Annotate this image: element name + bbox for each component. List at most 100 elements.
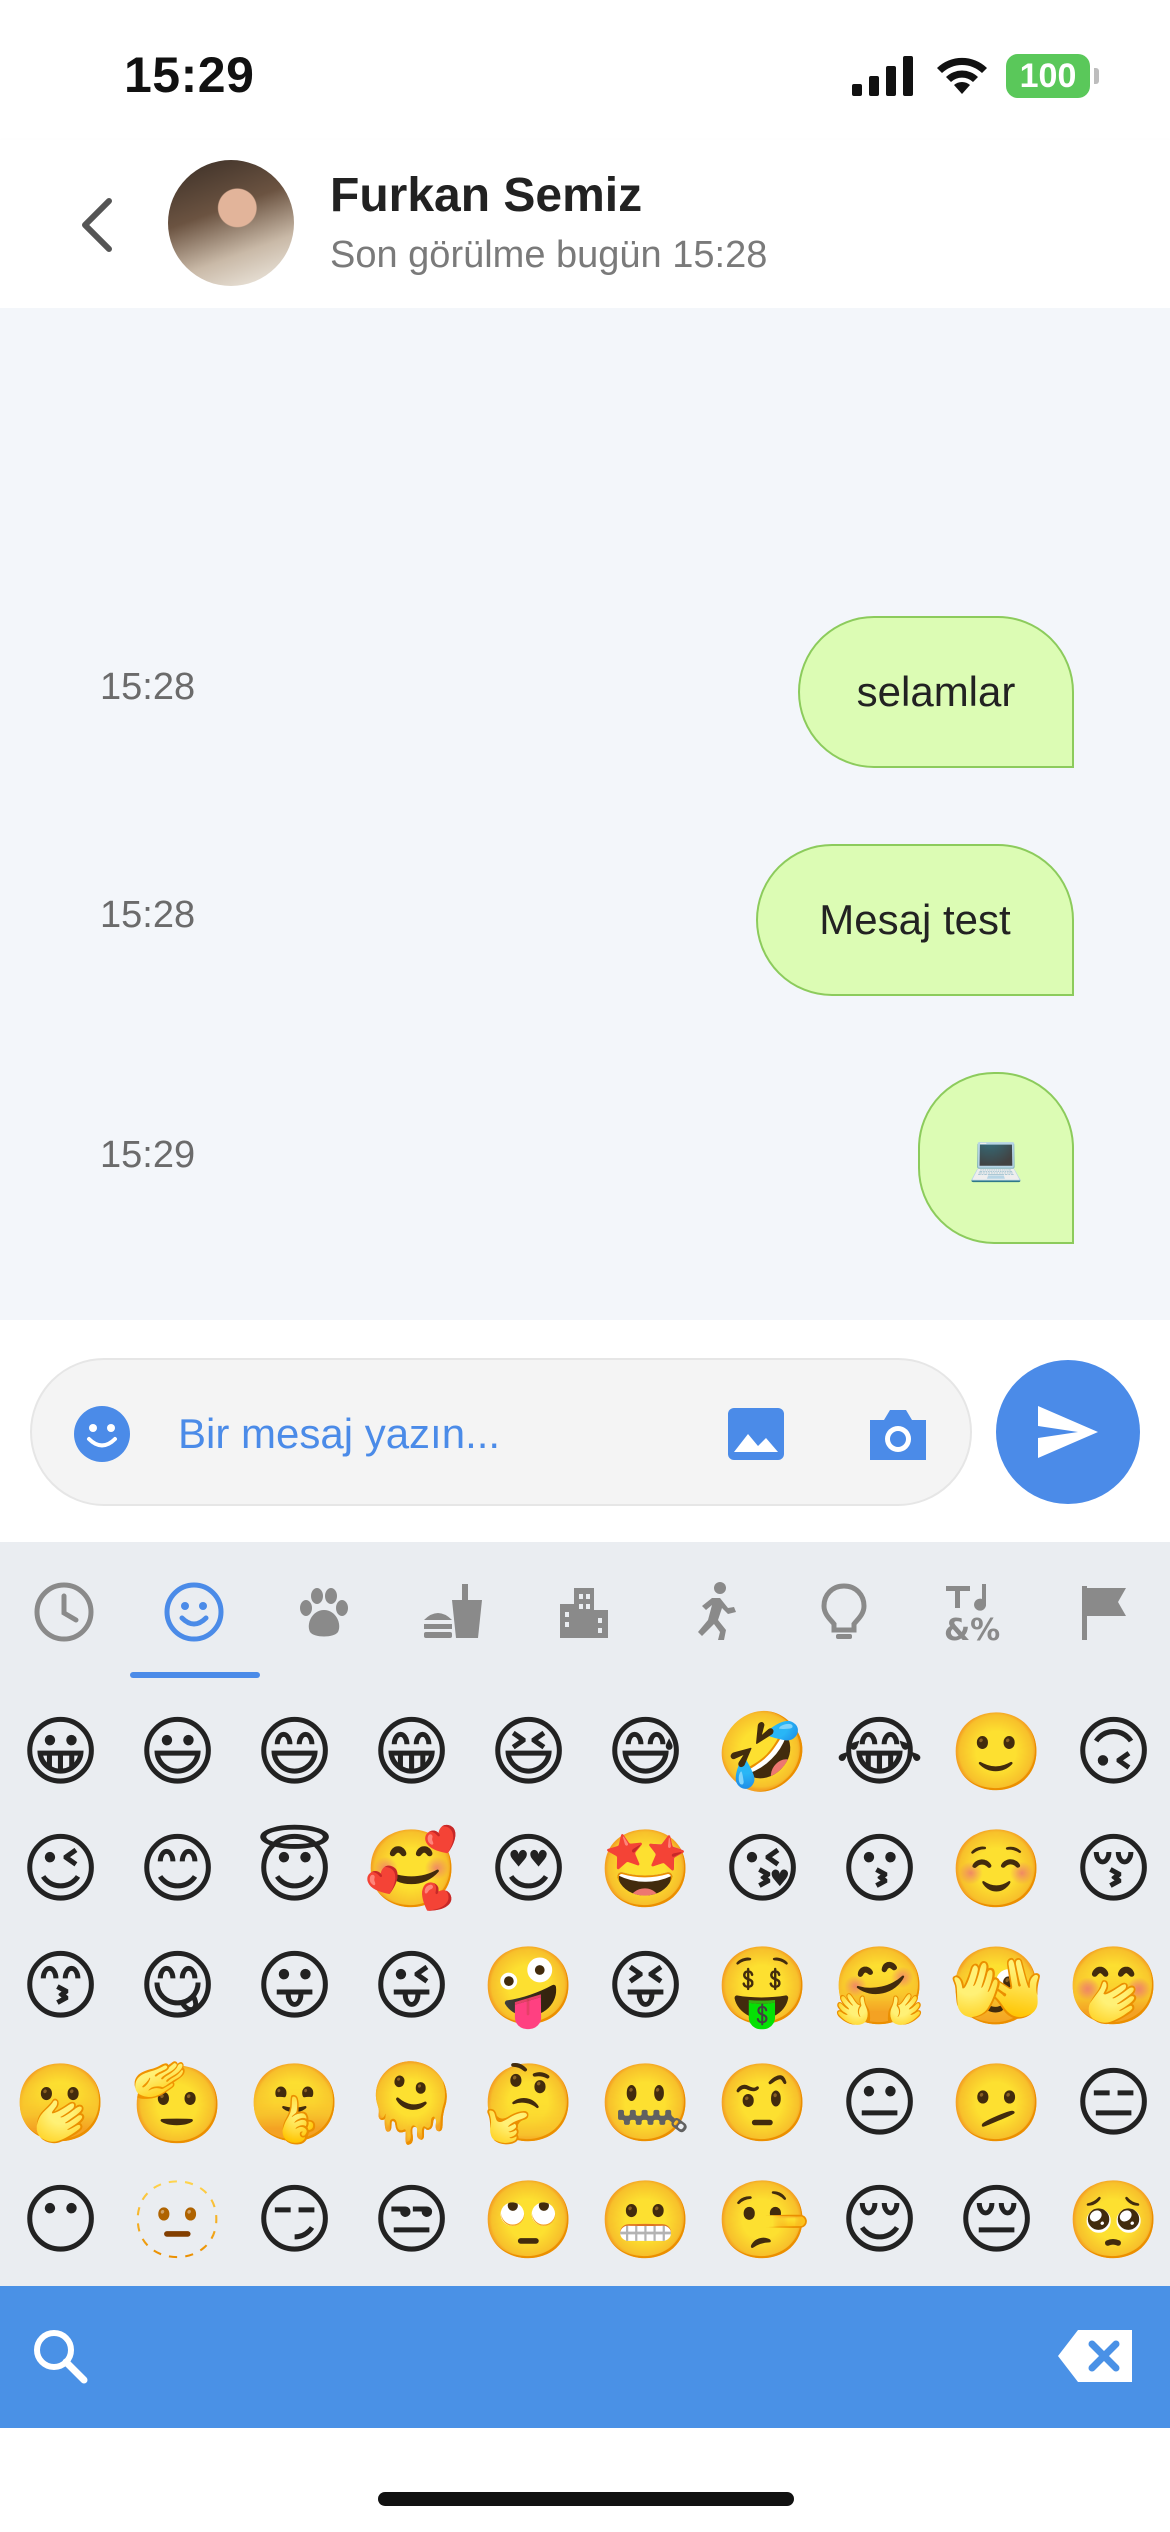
category-recent-tab[interactable] <box>24 1572 104 1652</box>
message-list[interactable]: 15:28 selamlar 15:28 Mesaj test 15:29 💻 <box>0 308 1170 1320</box>
smiley-icon[interactable] <box>72 1404 132 1464</box>
emoji-cell[interactable]: 😃 <box>119 1694 236 1811</box>
emoji-cell[interactable]: 😘 <box>704 1811 821 1928</box>
emoji-cell[interactable]: 😬 <box>587 2162 704 2274</box>
chevron-left-icon <box>82 198 112 252</box>
emoji-cell[interactable]: 😒 <box>353 2162 470 2274</box>
emoji-cell[interactable]: 🤐 <box>587 2045 704 2162</box>
back-button[interactable] <box>62 180 132 270</box>
emoji-cell[interactable]: 🫠 <box>353 2045 470 2162</box>
send-button[interactable] <box>996 1360 1140 1504</box>
emoji-cell[interactable]: 😝 <box>587 1928 704 2045</box>
message-bubble[interactable]: 💻 <box>918 1072 1074 1244</box>
emoji-cell[interactable]: 😛 <box>236 1928 353 2045</box>
chat-header: Furkan Semiz Son görülme bugün 15:28 <box>0 140 1170 308</box>
emoji-cell[interactable]: 🤭 <box>1055 1928 1170 2045</box>
emoji-cell[interactable]: 🤪 <box>470 1928 587 2045</box>
emoji-cell[interactable]: 🙂 <box>938 1694 1055 1811</box>
emoji-cell[interactable]: 🤗 <box>821 1928 938 2045</box>
emoji-cell[interactable]: 😶 <box>2 2162 119 2274</box>
emoji-cell[interactable]: 😄 <box>236 1694 353 1811</box>
status-time: 15:29 <box>124 47 255 103</box>
message-bubble[interactable]: Mesaj test <box>756 844 1074 996</box>
home-indicator[interactable] <box>378 2492 794 2506</box>
emoji-cell[interactable]: 🫡 <box>119 2045 236 2162</box>
message-bubble[interactable]: selamlar <box>798 616 1074 768</box>
emoji-grid: 😀 😃 😄 😁 😆 😅 🤣 😂 🙂 🙃 😉 😊 😇 🥰 😍 🤩 😘 😗 ☺️ 😚 😙 😋 😛 😜 🤪 😝 🤑 🤗 🫣 🤭 🫢 🫡 🤫 🫠 🤔 🤐 🤨 😐 🫤… <box>0 1694 1170 2274</box>
emoji-cell[interactable]: 😔 <box>938 2162 1055 2274</box>
emoji-cell[interactable]: 😉 <box>2 1811 119 1928</box>
wifi-icon <box>937 57 987 94</box>
status-bar: 15:29 100 <box>0 0 1170 140</box>
emoji-cell[interactable]: 😅 <box>587 1694 704 1811</box>
signal-icon <box>852 56 913 96</box>
lightbulb-icon <box>821 1583 867 1639</box>
camera-icon[interactable] <box>864 1402 932 1466</box>
battery-icon: 100 <box>1006 54 1099 98</box>
emoji-cell[interactable]: 🙄 <box>470 2162 587 2274</box>
emoji-cell[interactable]: 😙 <box>2 1928 119 2045</box>
emoji-cell[interactable]: ☺️ <box>938 1811 1055 1928</box>
search-icon[interactable] <box>30 2326 90 2386</box>
backspace-icon[interactable] <box>1056 2328 1136 2384</box>
emoji-cell[interactable]: 😋 <box>119 1928 236 2045</box>
send-icon <box>1038 1406 1098 1458</box>
clock-icon <box>34 1582 94 1642</box>
emoji-cell[interactable]: 🫢 <box>2 2045 119 2162</box>
emoji-cell[interactable]: 🥰 <box>353 1811 470 1928</box>
category-smileys-tab[interactable] <box>154 1572 234 1652</box>
emoji-cell[interactable]: 😐 <box>821 2045 938 2162</box>
image-icon[interactable] <box>724 1402 788 1466</box>
category-flags-tab[interactable] <box>1064 1572 1144 1652</box>
emoji-cell[interactable]: 😊 <box>119 1811 236 1928</box>
message-text: Mesaj test <box>819 896 1011 943</box>
emoji-cell[interactable]: 😆 <box>470 1694 587 1811</box>
category-activities-tab[interactable] <box>674 1572 754 1652</box>
message-input-container[interactable]: Bir mesaj yazın... <box>30 1358 972 1506</box>
emoji-cell[interactable]: 🥺 <box>1055 2162 1170 2274</box>
emoji-cell[interactable]: 🤫 <box>236 2045 353 2162</box>
emoji-cell[interactable]: 🤩 <box>587 1811 704 1928</box>
emoji-cell[interactable]: 🤨 <box>704 2045 821 2162</box>
emoji-cell[interactable]: 🤑 <box>704 1928 821 2045</box>
emoji-cell[interactable]: 😏 <box>236 2162 353 2274</box>
category-animals-tab[interactable] <box>284 1572 364 1652</box>
message-text: selamlar <box>856 668 1016 715</box>
emoji-cell[interactable]: 😀 <box>2 1694 119 1811</box>
emoji-cell[interactable]: 🫣 <box>938 1928 1055 2045</box>
message-time: 15:28 <box>100 666 196 708</box>
category-travel-tab[interactable] <box>544 1572 624 1652</box>
emoji-cell[interactable]: 🤔 <box>470 2045 587 2162</box>
emoji-cell[interactable]: 🙃 <box>1055 1694 1170 1811</box>
message-emoji: 💻 <box>968 1134 1024 1183</box>
avatar[interactable] <box>168 160 294 286</box>
flag-icon <box>1082 1586 1126 1640</box>
emoji-cell[interactable]: 😇 <box>236 1811 353 1928</box>
category-food-tab[interactable] <box>414 1572 494 1652</box>
emoji-cell[interactable]: 😌 <box>821 2162 938 2274</box>
emoji-cell[interactable]: 😑 <box>1055 2045 1170 2162</box>
category-symbols-tab[interactable]: &% <box>934 1572 1014 1652</box>
emoji-cell[interactable]: 😂 <box>821 1694 938 1811</box>
paw-icon <box>300 1588 348 1637</box>
emoji-cell[interactable]: 🫥 <box>119 2162 236 2274</box>
symbols-icon: &% <box>944 1584 1000 1644</box>
message-time: 15:28 <box>100 894 196 936</box>
emoji-cell[interactable]: 🤣 <box>704 1694 821 1811</box>
emoji-cell[interactable]: 🤥 <box>704 2162 821 2274</box>
emoji-picker: &% 😀 😃 😄 😁 😆 😅 🤣 😂 🙂 🙃 😉 😊 😇 🥰 😍 🤩 😘 😗 ☺️ 😚 😙 😋 😛 😜 🤪 😝 🤑 🤗 🫣 🤭 🫢 🫡 🤫 🫠 🤔 🤐… <box>0 1542 1170 2286</box>
building-icon <box>560 1588 608 1638</box>
svg-text:&%: &% <box>944 1613 1000 1644</box>
selected-category-indicator <box>130 1672 260 1678</box>
emoji-cell[interactable]: 😚 <box>1055 1811 1170 1928</box>
last-seen-status: Son görülme bugün 15:28 <box>330 234 768 276</box>
emoji-cell[interactable]: 😜 <box>353 1928 470 2045</box>
food-icon <box>424 1584 482 1638</box>
emoji-cell[interactable]: 😍 <box>470 1811 587 1928</box>
emoji-cell[interactable]: 😁 <box>353 1694 470 1811</box>
message-input[interactable]: Bir mesaj yazın... <box>178 1404 500 1464</box>
emoji-cell[interactable]: 🫤 <box>938 2045 1055 2162</box>
emoji-category-bar: &% <box>0 1542 1170 1682</box>
emoji-cell[interactable]: 😗 <box>821 1811 938 1928</box>
category-objects-tab[interactable] <box>804 1572 884 1652</box>
